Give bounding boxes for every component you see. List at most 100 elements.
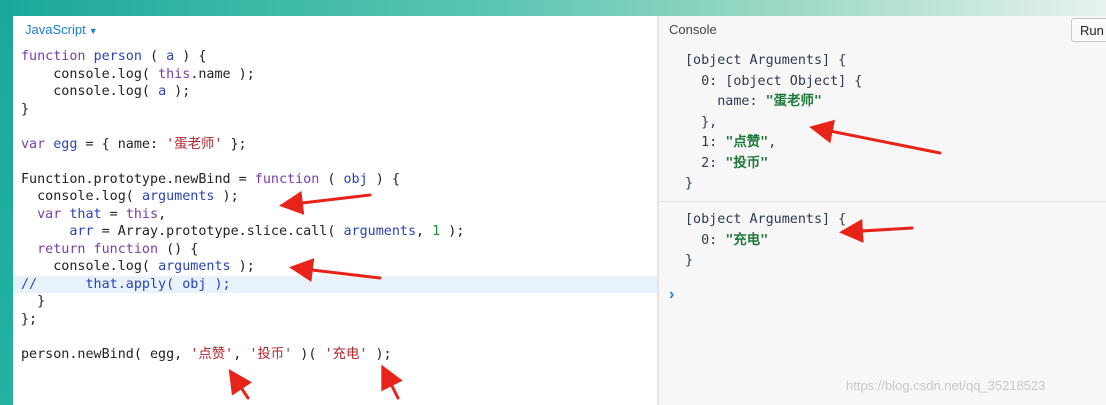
identifier: obj [343, 171, 368, 187]
console-line: 0: "充电" [685, 231, 846, 252]
comment: // that.apply( obj ); [21, 276, 231, 292]
language-dropdown[interactable]: JavaScript ▼ [25, 22, 98, 37]
code-text: , [416, 224, 433, 239]
code-line: }; [13, 311, 657, 329]
console-title: Console [669, 22, 717, 37]
code-text: ); [367, 346, 392, 362]
identifier: arguments [141, 189, 215, 204]
console-pane: Console Run [object Arguments] { 0: [obj… [659, 16, 1106, 405]
language-label: JavaScript [25, 22, 86, 37]
code-text: = { name: [77, 136, 167, 152]
console-line: } [685, 253, 694, 268]
code-line: console.log( this.name ); [13, 66, 657, 84]
chevron-down-icon: ▼ [88, 26, 98, 36]
code-line: } [13, 293, 657, 311]
code-text: console.log( [21, 66, 159, 82]
console-line: [object Arguments] { [685, 53, 847, 68]
console-entry: [object Arguments] { 0: "充电" } [685, 210, 846, 272]
code-text: = [101, 206, 126, 222]
console-line: }, [685, 114, 718, 130]
console-line: 0: [object Object] { [685, 73, 863, 89]
code-text: person.newBind( egg, [21, 346, 191, 362]
keyword: return function [37, 241, 159, 257]
console-separator [659, 201, 1106, 202]
identifier: person [93, 49, 142, 64]
string-literal: '蛋老师' [166, 136, 223, 152]
code-text: console.log( [21, 189, 142, 204]
code-text: } [21, 101, 30, 117]
code-line: console.log( arguments ); [13, 258, 657, 276]
code-area[interactable]: function person ( a ) { console.log( thi… [13, 48, 657, 363]
console-prompt-icon[interactable]: › [669, 286, 674, 304]
code-text: }; [222, 136, 247, 152]
console-key: 2: [685, 155, 726, 171]
code-line: console.log( arguments ); [13, 188, 657, 206]
code-text: ); [166, 84, 191, 99]
identifier: arguments [158, 259, 231, 274]
console-line: 1: "点赞", [685, 133, 862, 154]
console-key: 0: [685, 232, 726, 248]
console-entry: [object Arguments] { 0: [object Object] … [685, 51, 862, 195]
top-banner [0, 0, 1106, 16]
identifier: egg [53, 136, 78, 152]
identifier: a [166, 49, 175, 64]
code-line: person.newBind( egg, '点赞', '投币' )( '充电' … [13, 346, 657, 364]
keyword: var [37, 206, 70, 222]
code-text: ) { [174, 49, 207, 64]
code-line: } [13, 101, 657, 119]
identifier: a [158, 84, 167, 99]
code-text: .name ); [190, 66, 255, 82]
code-text: ); [214, 189, 239, 204]
left-banner [0, 0, 13, 405]
string-literal: '点赞' [190, 346, 234, 362]
identifier: arr [69, 224, 94, 239]
code-text: console.log( [21, 259, 159, 274]
code-line: Function.prototype.newBind = function ( … [13, 171, 657, 189]
code-text: ); [440, 224, 465, 239]
console-string: "点赞" [725, 135, 769, 150]
keyword: function [254, 171, 320, 187]
code-line: var egg = { name: '蛋老师' }; [13, 136, 657, 154]
console-string: "蛋老师" [765, 94, 822, 109]
run-button[interactable]: Run [1071, 18, 1106, 42]
keyword: var [21, 136, 54, 152]
code-text: ) { [367, 171, 400, 187]
keyword: this [158, 66, 191, 82]
watermark: https://blog.csdn.net/qq_35218523 [846, 378, 1046, 393]
console-line: } [685, 176, 694, 191]
identifier: that [69, 206, 102, 222]
code-text: ( [141, 49, 167, 64]
console-text: , [768, 135, 777, 150]
code-text: console.log( [21, 84, 159, 99]
console-line: 2: "投币" [685, 154, 862, 175]
string-literal: '投币' [249, 346, 293, 362]
code-editor-pane[interactable]: JavaScript ▼ function person ( a ) { cons… [13, 16, 657, 405]
code-text: ( [319, 171, 344, 187]
code-line: function person ( a ) { [13, 48, 657, 66]
keyword: this [125, 206, 159, 222]
keyword: function [21, 49, 94, 64]
code-line: console.log( a ); [13, 83, 657, 101]
code-text: } [21, 294, 46, 309]
console-string: "投币" [725, 155, 769, 171]
code-text: )( [292, 346, 325, 362]
code-text: , [158, 206, 167, 222]
code-text: = Array.prototype.slice.call( [93, 224, 344, 239]
console-line: [object Arguments] { [685, 212, 847, 227]
code-text: Function.prototype.newBind = [21, 171, 255, 187]
console-key: name: [685, 94, 766, 109]
string-literal: '充电' [324, 346, 368, 362]
code-text: , [233, 346, 250, 362]
code-line: var that = this, [13, 206, 657, 224]
console-string: "充电" [725, 232, 769, 248]
code-text: ); [230, 259, 255, 274]
code-text: () { [158, 241, 199, 257]
code-line-highlighted: // that.apply( obj ); [13, 275, 657, 293]
console-key: 1: [685, 135, 726, 150]
code-text: }; [21, 311, 38, 327]
